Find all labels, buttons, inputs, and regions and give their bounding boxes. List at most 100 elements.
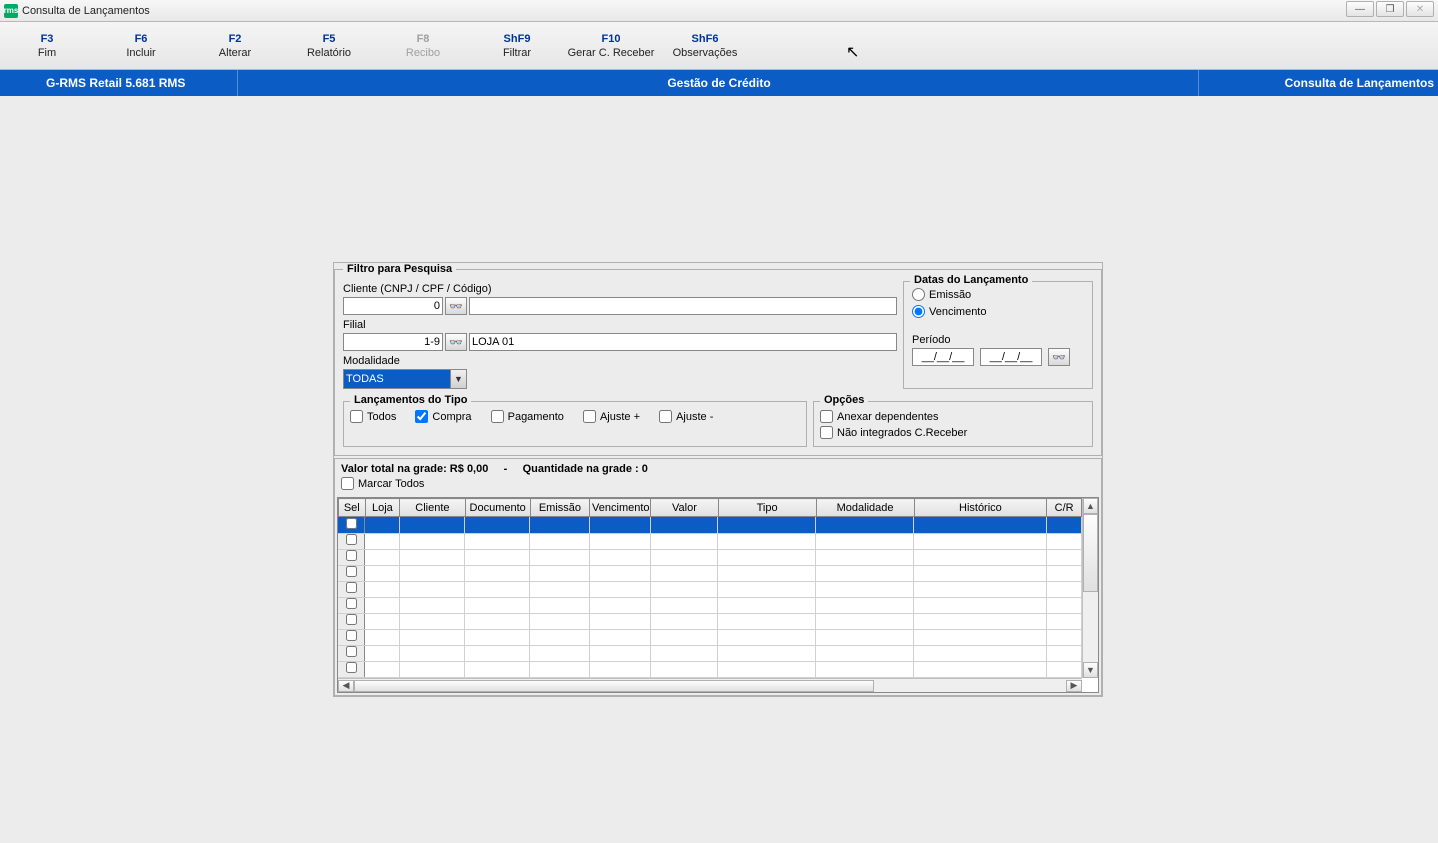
- row-select-checkbox[interactable]: [346, 566, 357, 577]
- periodo-search-button[interactable]: 👓: [1048, 348, 1070, 366]
- toolbar-relat-rio-button[interactable]: F5Relatório: [282, 22, 376, 69]
- filial-nome-input[interactable]: [469, 333, 897, 351]
- window-title: Consulta de Lançamentos: [22, 5, 150, 17]
- scroll-up-button[interactable]: ▲: [1083, 498, 1098, 514]
- column-header[interactable]: Modalidade: [816, 499, 914, 517]
- cliente-codigo-input[interactable]: [343, 297, 443, 315]
- toolbar-label: Fim: [38, 47, 56, 59]
- minimize-button[interactable]: —: [1346, 1, 1374, 17]
- table-row[interactable]: [338, 661, 1082, 677]
- filial-label: Filial: [343, 319, 897, 331]
- marcar-todos-checkbox[interactable]: Marcar Todos: [341, 477, 424, 490]
- opcoes-group: Opções Anexar dependentes Não integrados…: [813, 401, 1093, 447]
- toolbar-incluir-button[interactable]: F6Incluir: [94, 22, 188, 69]
- toolbar-gerar-c-receber-button[interactable]: F10Gerar C. Receber: [564, 22, 658, 69]
- banner-center: Gestão de Crédito: [667, 76, 770, 90]
- main-panel: Filtro para Pesquisa Cliente (CNPJ / CPF…: [333, 262, 1103, 697]
- column-header[interactable]: Cliente: [400, 499, 465, 517]
- row-select-checkbox[interactable]: [346, 662, 357, 673]
- nao-integrados-checkbox[interactable]: Não integrados C.Receber: [820, 426, 967, 439]
- vertical-scrollbar[interactable]: ▲ ▼: [1082, 498, 1098, 678]
- app-icon: rms: [4, 4, 18, 18]
- table-row[interactable]: [338, 517, 1082, 533]
- column-header[interactable]: Sel: [339, 499, 366, 517]
- scroll-right-button[interactable]: ▶: [1066, 680, 1082, 692]
- ajuste-mais-checkbox[interactable]: Ajuste +: [583, 410, 640, 423]
- row-select-checkbox[interactable]: [346, 630, 357, 641]
- modalidade-label: Modalidade: [343, 355, 897, 367]
- table-row[interactable]: [338, 597, 1082, 613]
- toolbar-fim-button[interactable]: F3Fim: [0, 22, 94, 69]
- banner-right: Consulta de Lançamentos: [1285, 76, 1434, 90]
- toolbar-key: ShF9: [504, 33, 531, 45]
- toolbar-filtrar-button[interactable]: ShF9Filtrar: [470, 22, 564, 69]
- column-header[interactable]: Valor: [651, 499, 718, 517]
- binoculars-icon: 👓: [449, 300, 463, 313]
- modalidade-select[interactable]: TODAS ▼: [343, 369, 467, 389]
- datas-legend: Datas do Lançamento: [910, 274, 1032, 286]
- column-header[interactable]: Vencimento: [590, 499, 651, 517]
- column-header[interactable]: Loja: [365, 499, 400, 517]
- column-header[interactable]: Emissão: [530, 499, 589, 517]
- table-row[interactable]: [338, 645, 1082, 661]
- vencimento-radio[interactable]: Vencimento: [912, 305, 1084, 318]
- table-row[interactable]: [338, 549, 1082, 565]
- table-row[interactable]: [338, 613, 1082, 629]
- toolbar-key: ShF6: [692, 33, 719, 45]
- filial-search-button[interactable]: 👓: [445, 333, 467, 351]
- grid: SelLojaClienteDocumentoEmissãoVencimento…: [337, 497, 1099, 693]
- toolbar-label: Observações: [673, 47, 738, 59]
- grid-total-value: 0,00: [467, 463, 488, 475]
- scroll-left-button[interactable]: ◀: [338, 680, 354, 692]
- todos-checkbox[interactable]: Todos: [350, 410, 396, 423]
- hscroll-thumb[interactable]: [354, 680, 874, 692]
- ajuste-menos-checkbox[interactable]: Ajuste -: [659, 410, 713, 423]
- binoculars-icon: 👓: [449, 336, 463, 349]
- compra-checkbox[interactable]: Compra: [415, 410, 471, 423]
- row-select-checkbox[interactable]: [346, 614, 357, 625]
- anexar-dependentes-checkbox[interactable]: Anexar dependentes: [820, 410, 939, 423]
- periodo-ate-input[interactable]: [980, 348, 1042, 366]
- maximize-button[interactable]: ❐: [1376, 1, 1404, 17]
- table-row[interactable]: [338, 533, 1082, 549]
- vencimento-radio-label: Vencimento: [929, 306, 986, 318]
- periodo-label: Período: [912, 334, 1084, 346]
- row-select-checkbox[interactable]: [346, 582, 357, 593]
- pagamento-checkbox-label: Pagamento: [508, 411, 564, 423]
- column-header[interactable]: Documento: [465, 499, 530, 517]
- emissao-radio[interactable]: Emissão: [912, 288, 1084, 301]
- banner-left: G-RMS Retail 5.681 RMS: [0, 76, 185, 90]
- row-select-checkbox[interactable]: [346, 534, 357, 545]
- row-select-checkbox[interactable]: [346, 550, 357, 561]
- column-header[interactable]: Tipo: [718, 499, 816, 517]
- table-row[interactable]: [338, 629, 1082, 645]
- table-row[interactable]: [338, 581, 1082, 597]
- row-select-checkbox[interactable]: [346, 598, 357, 609]
- todos-checkbox-label: Todos: [367, 411, 396, 423]
- filtro-pesquisa-group: Filtro para Pesquisa Cliente (CNPJ / CPF…: [334, 263, 1102, 456]
- pagamento-checkbox[interactable]: Pagamento: [491, 410, 564, 423]
- scroll-thumb[interactable]: [1083, 514, 1098, 592]
- filial-codigo-input[interactable]: [343, 333, 443, 351]
- anexar-dependentes-label: Anexar dependentes: [837, 411, 939, 423]
- scroll-down-button[interactable]: ▼: [1083, 662, 1098, 678]
- cliente-search-button[interactable]: 👓: [445, 297, 467, 315]
- horizontal-scrollbar[interactable]: ◀ ▶: [338, 678, 1082, 692]
- toolbar-label: Gerar C. Receber: [568, 47, 655, 59]
- cliente-label: Cliente (CNPJ / CPF / Código): [343, 283, 897, 295]
- lancamentos-tipo-legend: Lançamentos do Tipo: [350, 394, 471, 406]
- toolbar-alterar-button[interactable]: F2Alterar: [188, 22, 282, 69]
- cliente-nome-input[interactable]: [469, 297, 897, 315]
- table-row[interactable]: [338, 565, 1082, 581]
- row-select-checkbox[interactable]: [346, 518, 357, 529]
- toolbar-observa-es-button[interactable]: ShF6 Observações: [658, 22, 752, 69]
- column-header[interactable]: Histórico: [914, 499, 1047, 517]
- column-header[interactable]: C/R: [1047, 499, 1082, 517]
- grid-sep: -: [504, 463, 508, 475]
- emissao-radio-label: Emissão: [929, 289, 971, 301]
- row-select-checkbox[interactable]: [346, 646, 357, 657]
- filtro-legend: Filtro para Pesquisa: [343, 263, 456, 275]
- periodo-de-input[interactable]: [912, 348, 974, 366]
- close-button[interactable]: ✕: [1406, 1, 1434, 17]
- toolbar-label: Alterar: [219, 47, 251, 59]
